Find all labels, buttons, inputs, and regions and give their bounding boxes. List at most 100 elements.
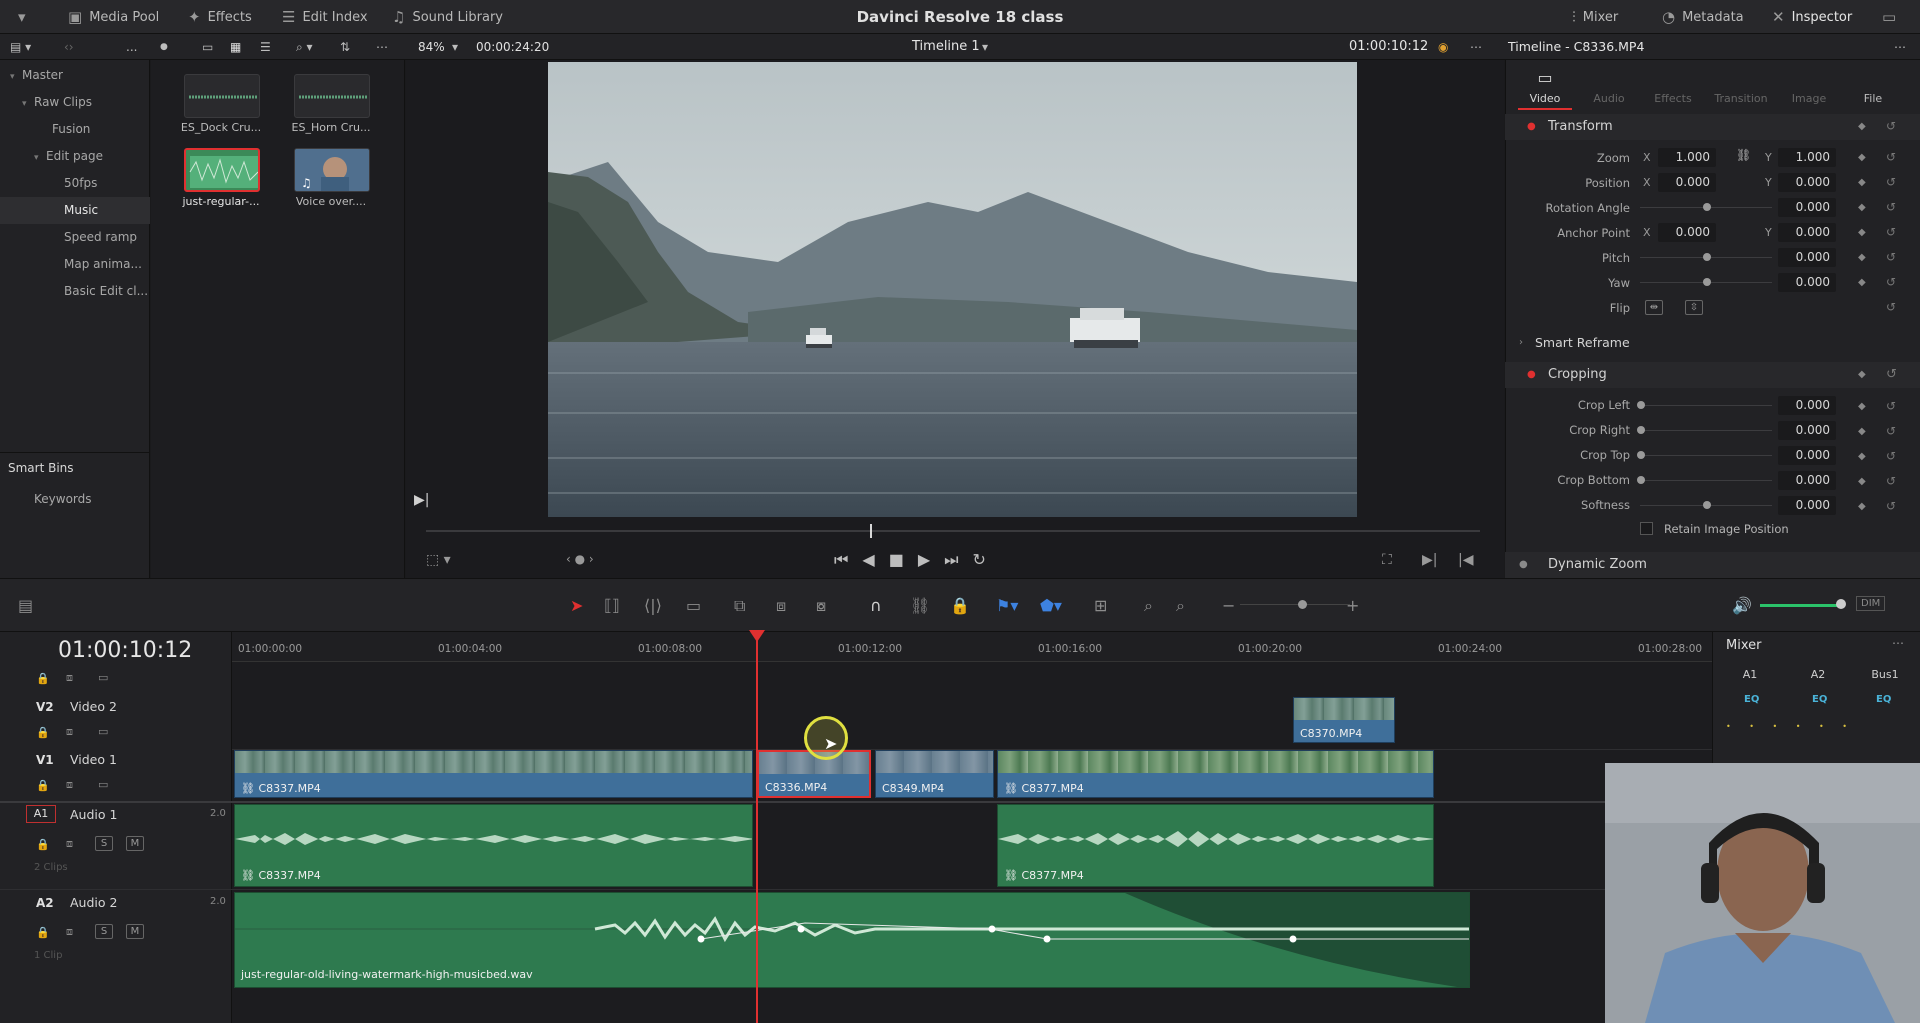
inspector-options-icon[interactable]: ⋯ [1894,34,1906,60]
metadata-tab[interactable]: ◔ Metadata [1662,0,1744,34]
sound-library-tab[interactable]: ♫ Sound Library [392,0,503,34]
track-name-a1[interactable]: Audio 1 [70,807,117,822]
keyframe-icon[interactable]: ◆ [1858,362,1866,388]
auto-select-icon[interactable]: ⧈ [66,725,73,739]
dim-button[interactable]: DIM [1856,596,1886,611]
chevron-down-icon[interactable]: ▾ [452,34,458,60]
track-enable-icon[interactable]: ▭ [98,725,108,738]
keyframe-icon[interactable]: ◆ [1858,202,1866,213]
reset-icon[interactable]: ↺ [1886,499,1896,513]
bin-keywords[interactable]: Keywords [0,486,150,513]
crop-top-handle[interactable] [1637,451,1645,459]
lock-icon[interactable]: 🔒 [36,726,50,739]
crop-right-handle[interactable] [1637,426,1645,434]
keyframe-icon[interactable]: ◆ [1858,177,1866,188]
inspector-tab-file[interactable]: File [1841,92,1905,105]
color-dot-icon[interactable]: ◉ [1438,34,1448,60]
search-icon[interactable]: ⌕ ▾ [296,34,313,60]
media-pool-tab[interactable]: ▣ Media Pool [68,0,159,34]
volume-icon[interactable]: 🔊 [1732,596,1752,615]
video-clip-c8337[interactable]: ⛓ C8337.MP4 [234,750,753,798]
keyframe-icon[interactable]: ◆ [1858,277,1866,288]
audio-clip-c8337[interactable]: ⛓ C8337.MP4 [234,804,753,887]
reset-icon[interactable]: ↺ [1886,225,1896,239]
bin-50fps[interactable]: 50fps [0,170,150,197]
options-icon[interactable]: ⋯ [376,34,388,60]
yaw-field[interactable]: 0.000 [1778,273,1836,292]
video-clip-c8377[interactable]: ⛓ C8377.MP4 [997,750,1434,798]
position-x-field[interactable]: 0.000 [1658,173,1716,192]
more-ellipsis[interactable]: ... [126,34,137,60]
track-name-a2[interactable]: Audio 2 [70,895,117,910]
dynamic-trim-icon[interactable]: ⟨|⟩ [644,596,662,615]
smart-reframe-section[interactable]: › Smart Reframe [1505,330,1920,356]
window-toggle-icon[interactable]: ▭ [1882,0,1896,34]
prev-edit-icon[interactable]: |◀ [1458,552,1473,568]
enable-dot-icon[interactable]: ● [1527,362,1536,388]
anchor-x-field[interactable]: 0.000 [1658,223,1716,242]
eq-button[interactable]: EQ [1744,694,1759,705]
mixer-options-icon[interactable]: ⋯ [1892,636,1904,650]
auto-select-icon[interactable]: ⧈ [66,671,73,685]
transform-overlay-icon[interactable]: ⬚ ▾ [426,552,451,568]
softness-handle[interactable] [1703,501,1711,509]
viewer-fullscreen-icon[interactable]: ⛶ [1382,552,1392,568]
inspector-tab-video[interactable]: Video [1513,92,1577,105]
linked-selection-icon[interactable]: ⛓ [910,596,930,615]
viewer-zoom[interactable]: 84% [418,34,445,60]
track-enable-icon[interactable]: ▭ [98,778,108,791]
scrubber-track[interactable] [426,530,1480,532]
volume-keyframe[interactable] [1043,935,1051,943]
track-name-v2[interactable]: Video 2 [70,699,117,714]
reset-icon[interactable]: ↺ [1886,474,1896,488]
lock-icon[interactable]: 🔒 [36,926,50,939]
snapping-icon[interactable]: ∩ [870,596,882,615]
mute-button[interactable]: M [126,836,144,851]
position-y-field[interactable]: 0.000 [1778,173,1836,192]
trim-tool-icon[interactable]: ⟦⟧ [604,596,620,615]
reset-icon[interactable]: ↺ [1886,200,1896,214]
volume-keyframe[interactable] [697,935,705,943]
zoom-slider[interactable] [1240,604,1350,605]
keyframe-icon[interactable]: ◆ [1858,501,1866,512]
enable-dot-icon[interactable]: ● [1519,552,1528,578]
jump-to-end-icon[interactable]: ▶| [414,492,429,508]
sort-icon[interactable]: ⇅ [340,34,350,60]
track-enable-icon[interactable]: ▭ [98,671,108,684]
marker-icon[interactable]: ⬟▾ [1040,596,1062,615]
zoom-custom-icon[interactable]: ⌕ [1176,596,1185,616]
solo-button[interactable]: S [95,836,113,851]
retain-checkbox[interactable] [1640,522,1653,535]
flip-vertical-icon[interactable]: ⇳ [1685,300,1703,315]
inspector-tab-effects[interactable]: Effects [1641,92,1705,105]
crop-bottom-slider[interactable] [1640,480,1772,481]
reset-icon[interactable]: ↺ [1886,275,1896,289]
blade-tool-icon[interactable]: ▭ [686,596,701,615]
bin-music[interactable]: Music [0,197,150,224]
zoom-out-icon[interactable]: − [1222,596,1235,615]
keyframe-icon[interactable]: ◆ [1858,476,1866,487]
crop-left-slider[interactable] [1640,405,1772,406]
link-icon[interactable]: ⛓ [1736,148,1751,162]
timeline-chevron-icon[interactable]: ▾ [982,34,988,60]
audio-clip-music[interactable]: just-regular-old-living-watermark-high-m… [234,892,1470,988]
audio-clip-c8377[interactable]: ⛓ C8377.MP4 [997,804,1434,887]
inspector-tab-audio[interactable]: Audio [1577,92,1641,105]
bin-speed-ramp[interactable]: Speed ramp [0,224,150,251]
scrubber-playhead[interactable] [870,524,872,538]
auto-select-icon[interactable]: ⧈ [66,778,73,792]
zoom-x-field[interactable]: 1.000 [1658,148,1716,167]
keyframe-icon[interactable]: ◆ [1858,252,1866,263]
volume-keyframe[interactable] [988,925,996,933]
transport-controls[interactable]: ⏮◀■▶⏭↻ [834,550,1000,570]
selection-tool-icon[interactable]: ➤ [570,596,583,615]
keyframe-icon[interactable]: ◆ [1858,426,1866,437]
keyframe-icon[interactable]: ◆ [1858,227,1866,238]
rotation-field[interactable]: 0.000 [1778,198,1836,217]
crop-right-slider[interactable] [1640,430,1772,431]
clip-nav-icon[interactable]: ‹ ● › [566,552,594,566]
timeline-name[interactable]: Timeline 1 [912,34,980,60]
bin-map-animation[interactable]: Map anima... [0,251,150,278]
reset-icon[interactable]: ↺ [1886,119,1896,133]
enable-dot-icon[interactable]: ● [1527,114,1536,140]
